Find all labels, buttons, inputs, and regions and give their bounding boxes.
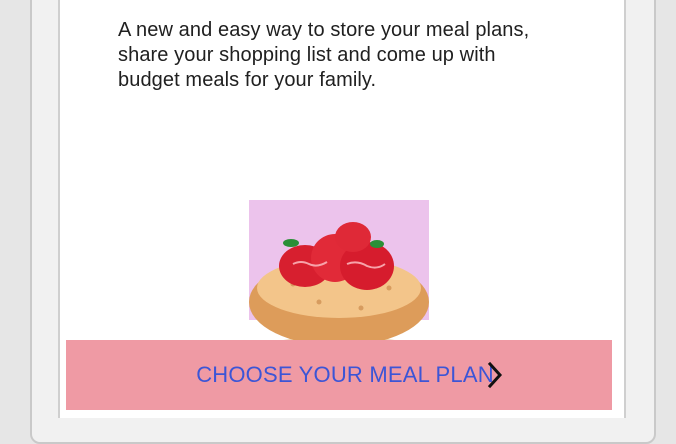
strawberry-back — [335, 222, 371, 252]
strawberry-leaf-left — [283, 239, 299, 247]
choose-meal-plan-button[interactable]: CHOOSE YOUR MEAL PLAN — [66, 340, 612, 410]
strawberry-leaf-right — [370, 240, 384, 248]
choose-meal-plan-label: CHOOSE YOUR MEAL PLAN — [196, 362, 494, 387]
chevron-right-icon — [487, 361, 502, 389]
intro-text: A new and easy way to store your meal pl… — [118, 19, 530, 91]
app-screen: A new and easy way to store your meal pl… — [66, 0, 614, 418]
